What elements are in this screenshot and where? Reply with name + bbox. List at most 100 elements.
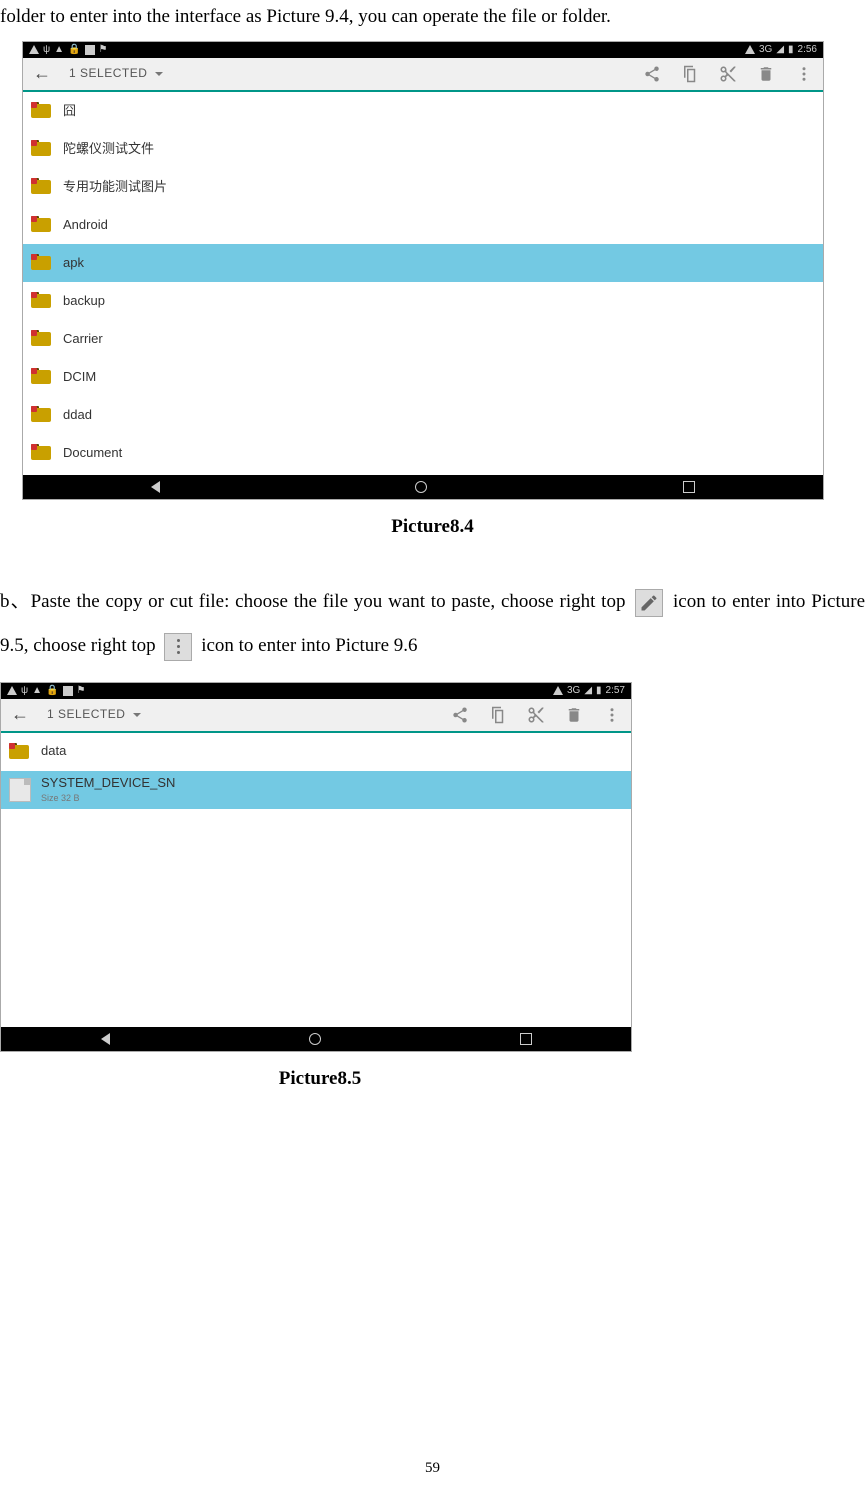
cut-icon[interactable]: [719, 65, 737, 83]
list-item[interactable]: 专用功能测试图片: [23, 168, 823, 206]
paragraph-b: b、Paste the copy or cut file: choose the…: [0, 580, 865, 667]
item-name: SYSTEM_DEVICE_SN: [41, 774, 175, 792]
status-icon: [7, 686, 17, 695]
back-button[interactable]: ←: [33, 61, 51, 86]
list-item[interactable]: data: [1, 733, 631, 771]
folder-icon: [31, 406, 53, 424]
more-icon[interactable]: [603, 706, 621, 724]
status-battery-icon: ▮: [596, 684, 602, 698]
list-item[interactable]: DCIM: [23, 358, 823, 396]
list-item[interactable]: 囧: [23, 92, 823, 130]
edit-icon: [635, 589, 663, 617]
delete-icon[interactable]: [565, 706, 583, 724]
list-item[interactable]: SYSTEM_DEVICE_SNSize 32 B: [1, 771, 631, 809]
folder-name: 专用功能测试图片: [63, 178, 167, 196]
selection-toolbar: ← 1 SELECTED: [1, 699, 631, 733]
folder-name: 陀螺仪测试文件: [63, 140, 154, 158]
page-number: 59: [0, 1458, 865, 1479]
android-nav-bar: [1, 1027, 631, 1051]
status-time: 2:56: [798, 43, 817, 57]
screenshot-8-5: ψ ▲ 🔒 ⚑ 3G ◢ ▮ 2:57 ← 1 SELECTED data SYS…: [0, 682, 632, 1052]
para-text: b、Paste the copy or cut file: choose the…: [0, 591, 631, 612]
status-icon: ▲: [54, 43, 64, 57]
status-icon: 🔒: [46, 684, 58, 698]
para-text: icon to enter into Picture 9.6: [201, 635, 417, 656]
status-time: 2:57: [606, 684, 625, 698]
status-icon: [29, 45, 39, 54]
list-item[interactable]: Document: [23, 434, 823, 472]
status-wifi-icon: [745, 45, 755, 54]
nav-recent-icon[interactable]: [520, 1033, 532, 1045]
folder-icon: [31, 140, 53, 158]
nav-home-icon[interactable]: [415, 481, 427, 493]
status-icon: ⚑: [99, 43, 108, 57]
status-signal-icon: ◢: [776, 43, 784, 57]
list-item[interactable]: 陀螺仪测试文件: [23, 130, 823, 168]
intro-text: folder to enter into the interface as Pi…: [0, 4, 865, 31]
dropdown-icon[interactable]: [155, 72, 163, 76]
folder-name: Carrier: [63, 330, 103, 348]
status-network: 3G: [759, 43, 772, 57]
status-icon: ⚑: [77, 684, 86, 698]
list-item[interactable]: apk: [23, 244, 823, 282]
folder-icon: [31, 444, 53, 462]
folder-icon: [31, 216, 53, 234]
more-icon[interactable]: [795, 65, 813, 83]
folder-icon: [31, 178, 53, 196]
folder-name: Document: [63, 444, 122, 462]
caption-8-4: Picture8.4: [0, 514, 865, 541]
file-list: 囧陀螺仪测试文件专用功能测试图片 Android apk backup Carrier D…: [23, 92, 823, 477]
list-item[interactable]: ddad: [23, 396, 823, 434]
android-nav-bar: [23, 475, 823, 499]
status-signal-icon: ◢: [584, 684, 592, 698]
selection-count[interactable]: 1 SELECTED: [47, 706, 125, 723]
folder-name: apk: [63, 254, 84, 272]
nav-recent-icon[interactable]: [683, 481, 695, 493]
folder-name: 囧: [63, 102, 76, 120]
status-icon: ψ: [43, 43, 50, 57]
list-item[interactable]: Android: [23, 206, 823, 244]
copy-icon[interactable]: [681, 65, 699, 83]
folder-name: DCIM: [63, 368, 96, 386]
share-icon[interactable]: [643, 65, 661, 83]
folder-icon: [31, 102, 53, 120]
status-bar: ψ ▲ 🔒 ⚑ 3G ◢ ▮ 2:56: [23, 42, 823, 58]
folder-icon: [31, 254, 53, 272]
copy-icon[interactable]: [489, 706, 507, 724]
folder-icon: [31, 330, 53, 348]
nav-home-icon[interactable]: [309, 1033, 321, 1045]
more-vert-icon: [164, 633, 192, 661]
status-battery-icon: ▮: [788, 43, 794, 57]
folder-icon: [31, 368, 53, 386]
folder-name: backup: [63, 292, 105, 310]
nav-back-icon[interactable]: [101, 1033, 110, 1045]
status-icon: [85, 45, 95, 55]
status-icon: ψ: [21, 684, 28, 698]
list-item[interactable]: backup: [23, 282, 823, 320]
status-icon: [63, 686, 73, 696]
item-size: Size 32 B: [41, 792, 175, 805]
status-icon: ▲: [32, 684, 42, 698]
caption-8-5: Picture8.5: [0, 1066, 640, 1093]
folder-name: Android: [63, 216, 108, 234]
dropdown-icon[interactable]: [133, 713, 141, 717]
selection-count[interactable]: 1 SELECTED: [69, 65, 147, 82]
delete-icon[interactable]: [757, 65, 775, 83]
file-list: data SYSTEM_DEVICE_SNSize 32 B: [1, 733, 631, 1029]
list-item[interactable]: Carrier: [23, 320, 823, 358]
back-button[interactable]: ←: [11, 702, 29, 727]
share-icon[interactable]: [451, 706, 469, 724]
status-network: 3G: [567, 684, 580, 698]
nav-back-icon[interactable]: [151, 481, 160, 493]
item-name: data: [41, 742, 66, 760]
folder-name: ddad: [63, 406, 92, 424]
file-icon: [9, 778, 31, 802]
status-icon: 🔒: [68, 43, 80, 57]
selection-toolbar: ← 1 SELECTED: [23, 58, 823, 92]
folder-icon: [31, 292, 53, 310]
status-wifi-icon: [553, 686, 563, 695]
status-bar: ψ ▲ 🔒 ⚑ 3G ◢ ▮ 2:57: [1, 683, 631, 699]
cut-icon[interactable]: [527, 706, 545, 724]
screenshot-8-4: ψ ▲ 🔒 ⚑ 3G ◢ ▮ 2:56 ← 1 SELECTED 囧陀螺仪测试文…: [22, 41, 824, 500]
folder-icon: [9, 743, 31, 761]
